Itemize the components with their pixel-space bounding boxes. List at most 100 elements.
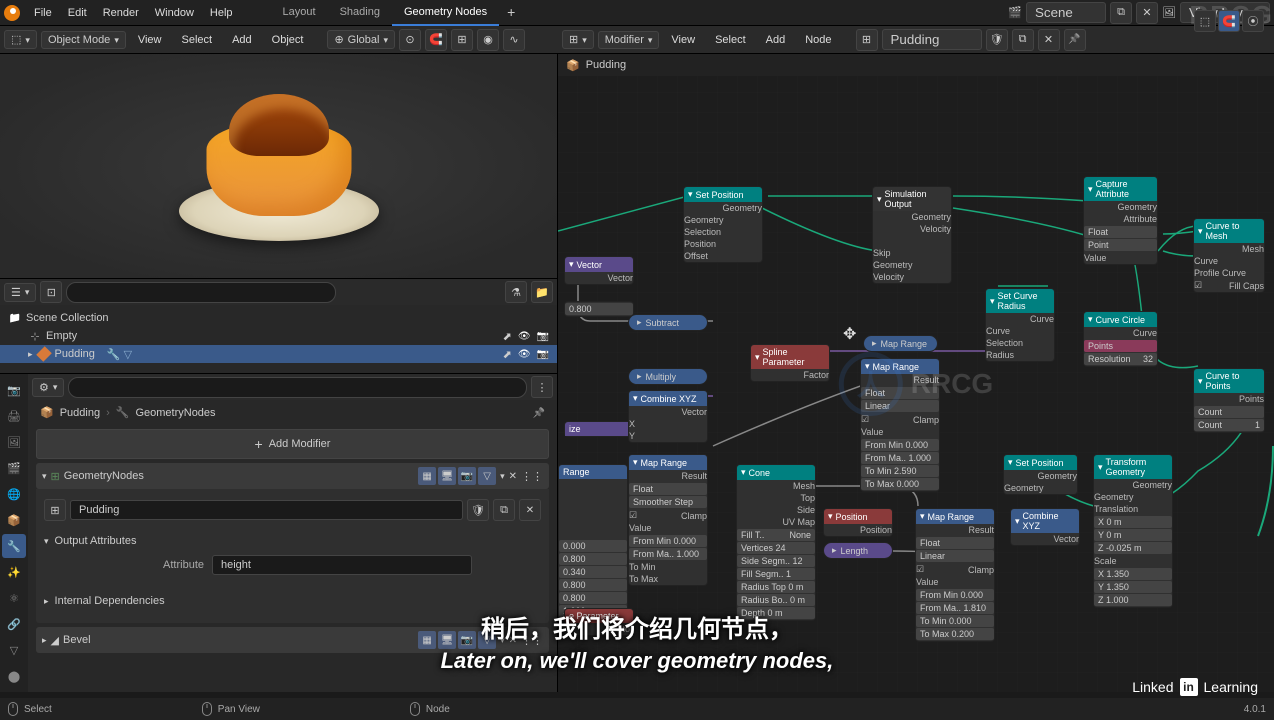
node-spline-parameter[interactable]: Spline Parameter Factor [750,344,830,382]
node-map-range-collapsed[interactable]: Map Range [863,335,938,352]
node-editor-canvas[interactable]: ✥ [558,76,1274,692]
scene-browse-button[interactable]: ⧉ [1110,2,1132,24]
outliner-item-pudding[interactable]: Pudding 🔧 ▽ [0,345,557,363]
chevron-right-icon[interactable] [42,634,47,646]
menu-edit[interactable]: Edit [60,3,95,23]
menu-window[interactable]: Window [147,3,202,23]
attribute-value-field[interactable]: height [212,555,472,575]
node-mode-dropdown[interactable]: Modifier [598,31,660,49]
prop-editor-type-dropdown[interactable]: ⚙ [32,378,64,397]
viewport-menu-select[interactable]: Select [174,30,221,50]
workspace-tab-layout[interactable]: Layout [271,0,328,26]
node-combine-xyz[interactable]: Combine XYZ Vector X Y [628,390,708,443]
modifier-edit-mode-icon[interactable]: ▦ [418,631,436,649]
node-overlay-button[interactable]: ⬚ [1194,10,1216,32]
prop-tab-world[interactable]: 🌐 [2,482,26,506]
outliner-display-dropdown[interactable]: ☰ [4,283,36,302]
internal-dependencies-header[interactable]: Internal Dependencies [44,591,541,611]
outliner-item-empty[interactable]: Empty [0,327,557,345]
modifier-cage-icon[interactable]: ▽ [478,467,496,485]
viewport-menu-object[interactable]: Object [264,30,312,50]
node-group-duplicate-button[interactable]: ⧉ [493,499,515,521]
visibility-icon[interactable] [518,348,531,361]
node-vector[interactable]: Vector Vector [564,256,634,285]
node-subtract[interactable]: Subtract [628,314,708,331]
scene-delete-button[interactable]: ✕ [1136,2,1158,24]
outliner-search-input[interactable] [66,282,336,303]
workspace-tab-shading[interactable]: Shading [328,0,392,26]
prop-tab-scene[interactable]: 🎬 [2,456,26,480]
render-icon[interactable] [537,330,549,343]
proportional-button[interactable]: ◉ [477,29,499,51]
node-capture-attribute[interactable]: Capture Attribute Geometry Attribute Flo… [1083,176,1158,265]
node-range-partial[interactable]: Range 0.000 0.800 0.340 0.800 0.800 1.00… [558,464,628,619]
prop-tab-material[interactable]: ⬤ [2,664,26,688]
node-tree-unlink-button[interactable]: ✕ [1038,29,1060,51]
modifier-geometrynodes-header[interactable]: GeometryNodes ▦ 🖥 📷 ▽ ⋮⋮ [36,463,549,489]
outliner-scene-collection[interactable]: Scene Collection [0,309,557,327]
node-curve-to-points[interactable]: Curve to Points Points Count Count1 [1193,368,1265,433]
viewport-menu-view[interactable]: View [130,30,170,50]
node-position[interactable]: Position Position [823,508,893,537]
node-cone[interactable]: Cone Mesh Top Side UV Map Fill T..None V… [736,464,816,621]
node-tree-shield-button[interactable]: 🛡 [986,29,1008,51]
snap-button[interactable]: 🧲 [425,29,447,51]
snap-options-button[interactable]: ⊞ [451,29,473,51]
modifier-extras-icon[interactable] [500,470,505,482]
outliner-new-collection-button[interactable]: 📁 [531,281,553,303]
node-set-curve-radius[interactable]: Set Curve Radius Curve Curve Selection R… [985,288,1055,362]
node-path-object[interactable]: Pudding [586,59,626,71]
selectable-icon[interactable] [503,348,512,361]
node-overlay2-button[interactable]: ⦿ [1242,10,1264,32]
modifier-remove-button[interactable] [509,470,517,482]
render-icon[interactable] [537,348,549,361]
outliner-mode-button[interactable]: ⊡ [40,281,62,303]
node-tree-name-field[interactable] [882,29,982,50]
node-pin-button[interactable] [1064,29,1086,51]
prop-tab-data[interactable]: ▽ [2,638,26,662]
prop-tab-viewlayer[interactable]: 🖼 [2,430,26,454]
modifier-drag-icon[interactable]: ⋮⋮ [521,470,543,483]
modifier-name-field[interactable]: GeometryNodes [64,470,414,482]
node-menu-add[interactable]: Add [758,30,794,50]
node-multiply[interactable]: Multiply [628,368,708,385]
prop-tab-render[interactable]: 📷 [2,378,26,402]
workspace-add-button[interactable] [499,0,523,26]
orientation-dropdown[interactable]: ⊕Global [327,30,395,49]
workspace-tab-geometry-nodes[interactable]: Geometry Nodes [392,0,499,26]
scene-field[interactable] [1026,2,1106,23]
prop-tab-physics[interactable]: ⚛ [2,586,26,610]
properties-search-input[interactable] [68,377,527,398]
selectable-icon[interactable] [503,330,512,343]
breadcrumb-object[interactable]: Pudding [60,407,100,419]
node-value[interactable]: 0.800 [564,301,634,317]
node-ize[interactable]: ize [564,421,634,437]
node-menu-view[interactable]: View [663,30,703,50]
node-group-unlink-button[interactable] [519,499,541,521]
modifier-edit-mode-icon[interactable]: ▦ [418,467,436,485]
pivot-button[interactable]: ⊙ [399,29,421,51]
menu-render[interactable]: Render [95,3,147,23]
node-set-position[interactable]: Set Position Geometry Geometry Selection… [683,186,763,263]
viewport-menu-add[interactable]: Add [224,30,260,50]
node-tree-duplicate-button[interactable]: ⧉ [1012,29,1034,51]
prop-tab-particle[interactable]: ✨ [2,560,26,584]
breadcrumb-modifier[interactable]: GeometryNodes [135,407,215,419]
node-menu-select[interactable]: Select [707,30,754,50]
prop-options-button[interactable]: ⋮ [531,376,553,398]
modifier-name-field[interactable]: Bevel [63,634,414,646]
node-group-name-field[interactable]: Pudding [70,500,463,520]
node-snap-button[interactable]: 🧲 [1218,10,1240,32]
modifier-render-icon[interactable]: 📷 [458,467,476,485]
prop-tab-object[interactable]: 📦 [2,508,26,532]
outliner-filter-button[interactable] [505,281,527,303]
node-tree-browse-button[interactable]: ⊞ [856,29,878,51]
node-menu-node[interactable]: Node [797,30,839,50]
output-attributes-header[interactable]: Output Attributes [44,531,541,551]
node-curve-to-mesh[interactable]: Curve to Mesh Mesh Curve Profile Curve ☑… [1193,218,1265,293]
node-group-browse-button[interactable]: ⊞ [44,499,66,521]
node-map-range-3[interactable]: Map Range Result Float Linear ☑Clamp Val… [915,508,995,642]
node-map-range-1[interactable]: Map Range Result Float Linear ☑Clamp Val… [860,358,940,492]
node-combine-xyz-2[interactable]: Combine XYZ Vector [1010,508,1080,546]
node-map-range-2[interactable]: Map Range Result Float Smoother Step ☑Cl… [628,454,708,586]
